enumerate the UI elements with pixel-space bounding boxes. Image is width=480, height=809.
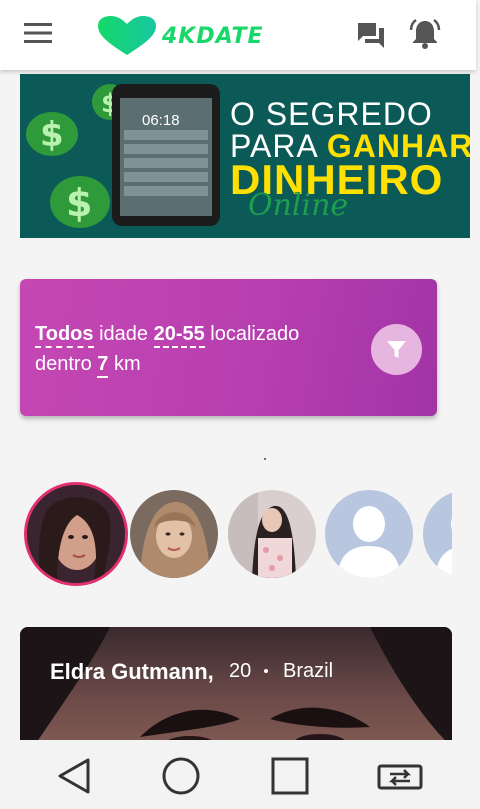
phone-image [112,84,220,226]
story-avatar-4[interactable] [325,490,413,578]
loading-dot [264,458,266,460]
default-user-icon [423,490,452,578]
search-filter-card: Todos idade 20-55 localizado dentro 7 km [20,279,437,416]
age-label: idade [99,323,149,345]
default-user-icon [325,490,413,578]
filter-summary: Todos idade 20-55 localizado dentro 7 km [35,319,335,379]
distance-unit: km [113,353,141,375]
menu-icon[interactable] [24,22,52,44]
filter-button[interactable] [371,324,422,375]
age-range-value[interactable]: 20-55 [153,323,205,348]
chat-icon[interactable] [356,21,386,49]
screen-rotate-icon[interactable] [376,754,424,798]
location-label: localizado [210,323,300,345]
story-avatar-5[interactable] [423,490,452,578]
story-avatar-3[interactable] [228,490,316,578]
system-navigation-bar [0,740,480,809]
recents-icon[interactable] [268,754,312,798]
filter-icon [387,341,406,358]
profile-age: 20 [229,660,252,682]
within-label: dentro [35,353,92,375]
gender-filter-value[interactable]: Todos [35,323,94,348]
svg-text:$: $ [40,115,64,155]
stories-row [20,478,452,592]
top-app-bar: 4KDATE [0,0,476,70]
separator-dot [264,669,268,673]
story-avatar-active[interactable] [24,482,128,586]
bell-icon[interactable] [408,18,442,50]
banner-headline-4: Online [248,188,349,223]
home-icon[interactable] [159,754,203,798]
svg-text:$: $ [66,181,92,225]
ad-banner[interactable]: $ $ $ 06:18 O SEGREDO PARA GANHAR DINHEI… [20,74,470,238]
story-avatar-2[interactable] [130,490,218,578]
distance-value[interactable]: 7 [97,353,109,378]
heart-logo-icon [98,16,156,55]
logo-text: 4KDATE [162,23,264,49]
profile-name: Eldra Gutmann, [50,659,214,684]
app-logo[interactable]: 4KDATE [98,16,264,56]
back-icon[interactable] [52,754,96,798]
profile-country: Brazil [283,660,334,682]
phone-time: 06:18 [142,112,180,129]
